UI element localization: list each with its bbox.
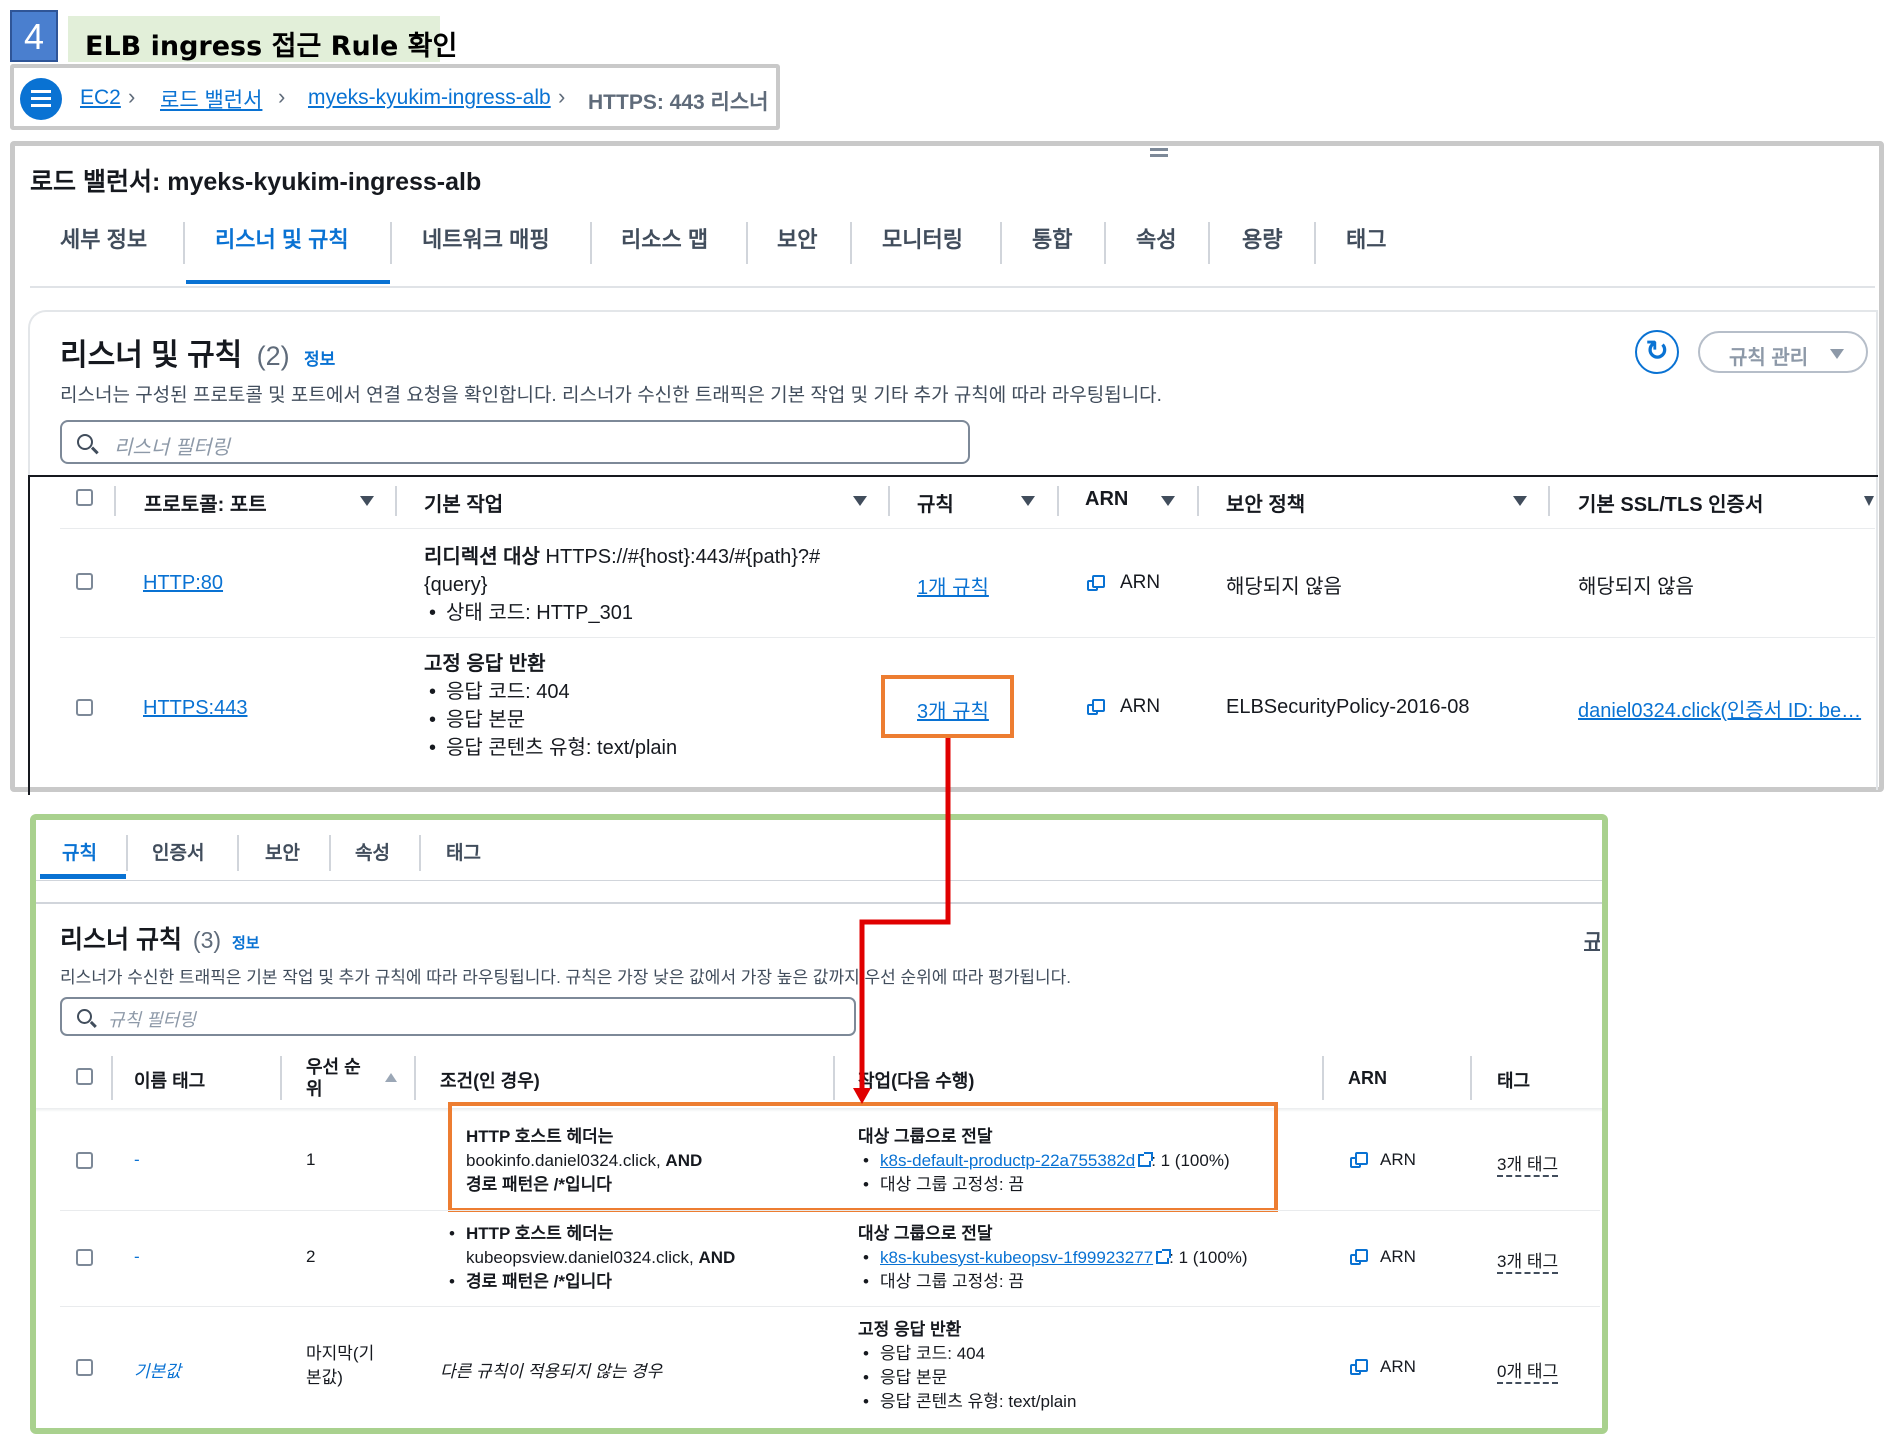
connector-arrow — [853, 738, 951, 1104]
connector-line — [859, 738, 951, 1090]
arrow-head — [853, 1088, 871, 1104]
